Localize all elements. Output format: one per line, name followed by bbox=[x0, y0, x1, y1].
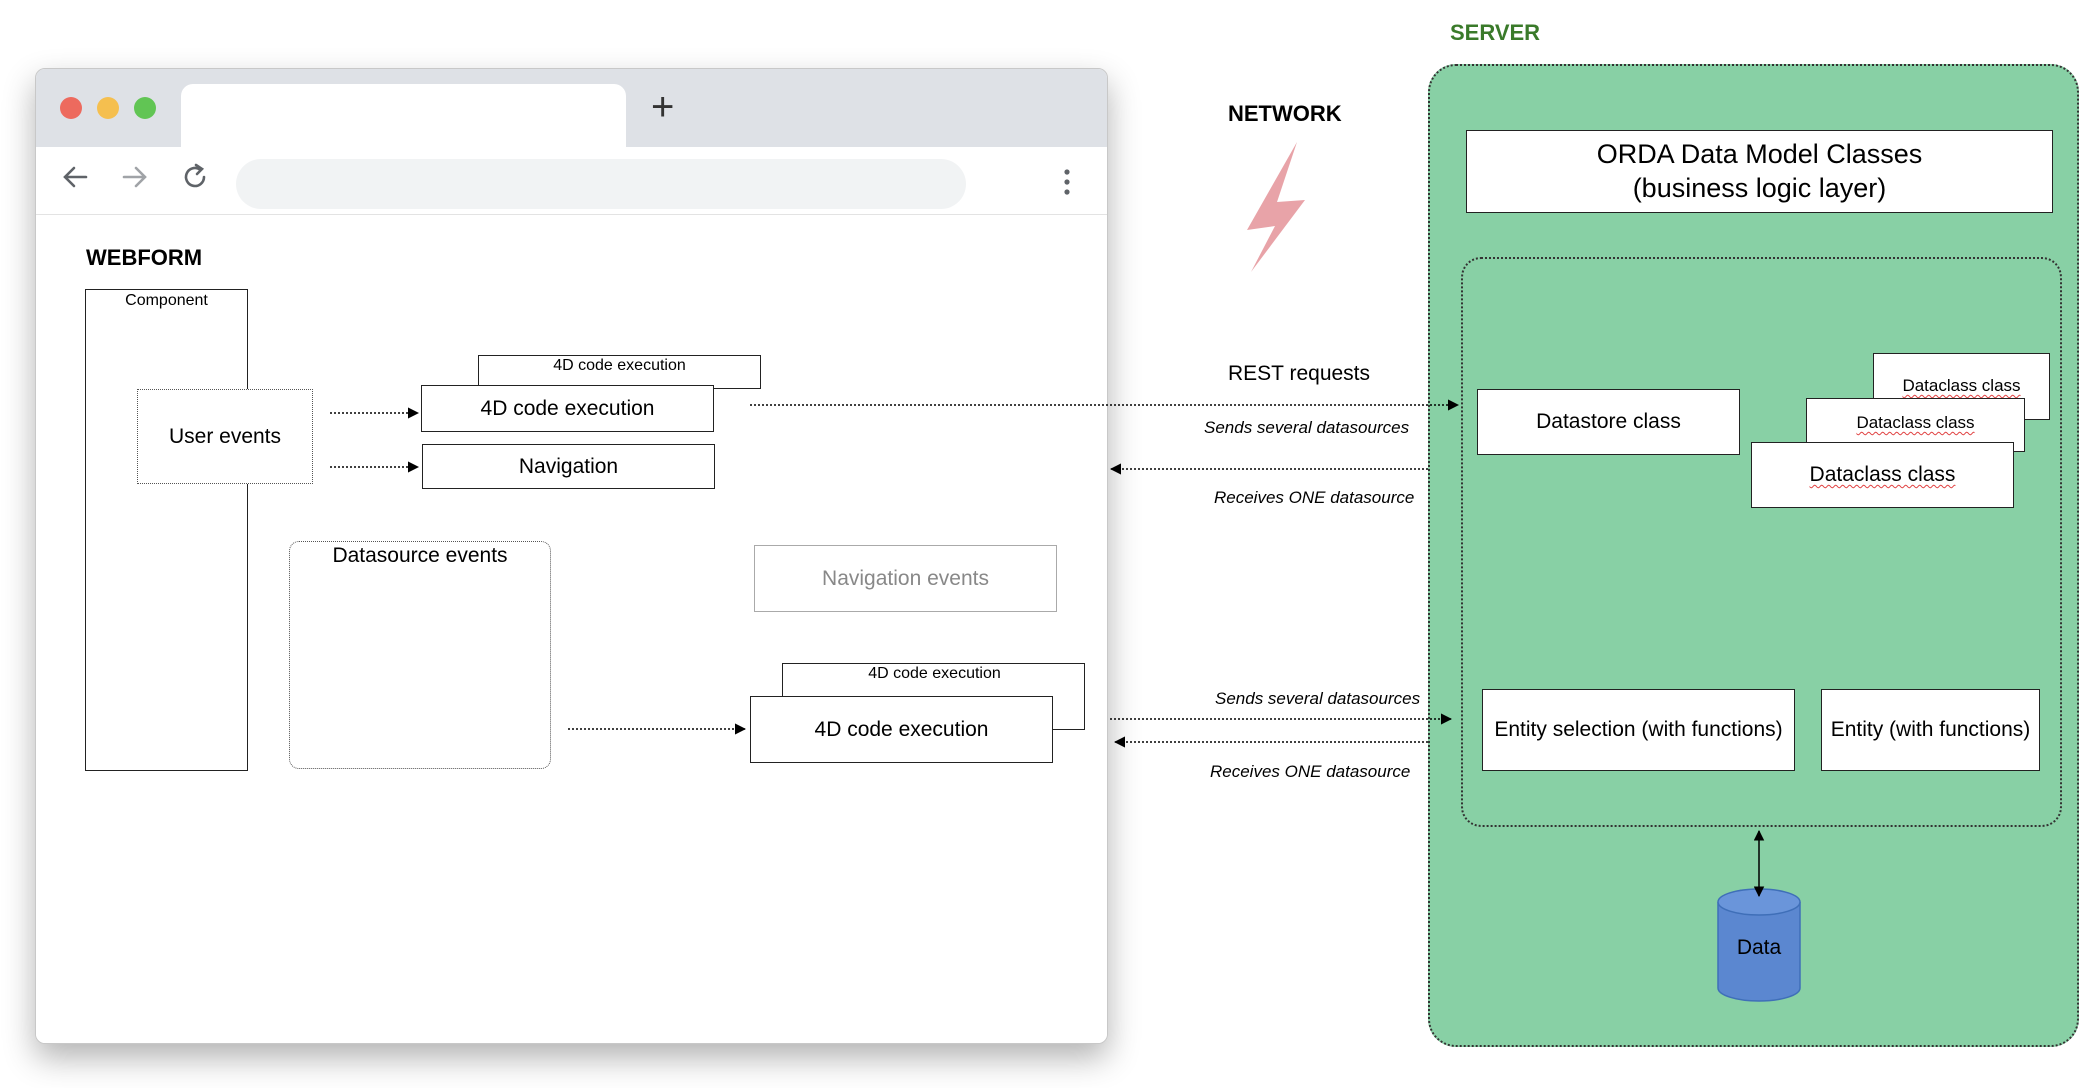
connector-arrows bbox=[330, 399, 1765, 898]
